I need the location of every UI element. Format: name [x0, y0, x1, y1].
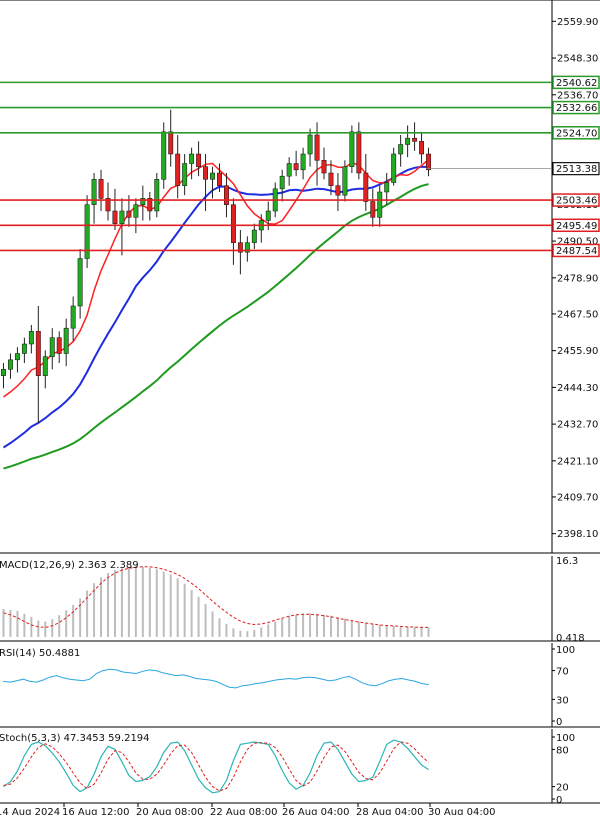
bullish-candle — [154, 179, 160, 212]
bullish-candle — [210, 172, 215, 180]
time-tick-label: 22 Aug 08:00 — [210, 807, 277, 815]
time-tick-label: 28 Aug 04:00 — [356, 807, 423, 815]
time-tick-label: 16 Aug 12:00 — [62, 807, 129, 815]
bullish-candle — [405, 137, 411, 145]
bullish-candle — [28, 331, 34, 345]
price-chart: 2559.902548.302536.702524.702513.382502.… — [0, 0, 600, 818]
price-tick-label: 2398.10 — [557, 529, 598, 540]
bullish-candle — [119, 210, 125, 224]
bearish-candle — [168, 131, 174, 155]
stoch-tick-label: 20 — [556, 783, 569, 794]
current-price-label: 2513.38 — [556, 164, 597, 175]
macd-label: MACD(12,26,9) 2.363 2.389 — [0, 560, 139, 571]
bearish-candle — [335, 185, 341, 196]
support-level-label: 2503.46 — [556, 196, 597, 207]
bullish-candle — [384, 182, 390, 193]
time-tick-label: 30 Aug 04:00 — [428, 807, 495, 815]
price-tick-label: 2432.70 — [557, 420, 598, 431]
bearish-candle — [217, 172, 222, 186]
bearish-candle — [328, 172, 334, 186]
bearish-candle — [356, 131, 362, 174]
bearish-candle — [314, 134, 320, 161]
bullish-candle — [70, 305, 76, 329]
bearish-candle — [293, 163, 299, 171]
bullish-candle — [91, 179, 97, 205]
price-tick-label: 2421.10 — [557, 456, 598, 467]
bullish-candle — [42, 356, 48, 376]
bullish-candle — [21, 343, 27, 354]
bearish-candle — [419, 141, 424, 155]
bearish-candle — [370, 201, 376, 218]
rsi-label: RSI(14) 50.4881 — [0, 648, 80, 659]
bullish-candle — [349, 131, 355, 167]
time-tick-label: 20 Aug 08:00 — [136, 807, 203, 815]
bullish-candle — [49, 337, 55, 357]
bullish-candle — [391, 153, 397, 183]
macd-tick-label: 16.3 — [556, 556, 578, 567]
bearish-candle — [112, 210, 118, 224]
bullish-candle — [307, 134, 313, 155]
bearish-candle — [175, 153, 181, 186]
resistance-level-label: 2532.66 — [556, 103, 597, 114]
time-tick-label: 14 Aug 2024 — [0, 807, 60, 815]
bullish-candle — [63, 327, 69, 354]
bullish-candle — [161, 131, 167, 180]
resistance-level-label: 2524.70 — [556, 128, 597, 139]
stoch-label: Stoch(5,3,3) 47.3453 59.2194 — [0, 733, 150, 744]
bearish-candle — [363, 172, 369, 202]
rsi-tick-label: 100 — [556, 645, 575, 656]
bullish-candle — [398, 144, 404, 155]
rsi-tick-label: 0 — [556, 717, 562, 728]
stoch-tick-label: 0 — [556, 795, 562, 806]
bullish-candle — [182, 163, 188, 186]
time-tick-label: 26 Aug 04:00 — [282, 807, 349, 815]
bullish-candle — [251, 229, 257, 243]
bearish-candle — [126, 210, 132, 218]
macd-tick-label: 0.418 — [556, 633, 585, 644]
rsi-tick-label: 70 — [556, 667, 569, 678]
bullish-candle — [189, 153, 195, 164]
bullish-candle — [14, 353, 20, 361]
price-tick-label: 2559.90 — [557, 17, 598, 28]
stoch-tick-label: 80 — [556, 745, 569, 756]
bullish-candle — [279, 175, 285, 190]
price-tick-label: 2536.70 — [557, 90, 598, 101]
bearish-candle — [426, 153, 431, 171]
price-tick-label: 2444.30 — [557, 383, 598, 394]
price-tick-label: 2548.30 — [557, 54, 598, 65]
bullish-candle — [8, 359, 13, 370]
rsi-tick-label: 30 — [556, 695, 569, 706]
bearish-candle — [412, 137, 418, 142]
bullish-candle — [286, 163, 292, 177]
stoch-tick-label: 100 — [556, 733, 575, 744]
price-tick-label: 2455.90 — [557, 346, 598, 357]
bearish-candle — [230, 204, 236, 243]
bullish-candle — [342, 166, 348, 196]
bearish-candle — [196, 153, 202, 167]
price-tick-label: 2478.90 — [557, 273, 598, 284]
bullish-candle — [1, 369, 6, 376]
bullish-candle — [300, 153, 306, 171]
price-tick-label: 2467.50 — [557, 309, 598, 320]
chart-root: 2559.902548.302536.702524.702513.382502.… — [0, 0, 600, 818]
chart-background — [0, 0, 600, 815]
price-tick-label: 2409.70 — [557, 492, 598, 503]
bearish-candle — [35, 331, 41, 376]
bullish-candle — [265, 210, 271, 221]
bearish-candle — [224, 185, 229, 205]
bearish-candle — [203, 166, 208, 180]
support-level-label: 2495.49 — [556, 221, 597, 232]
bullish-candle — [377, 191, 383, 218]
support-level-label: 2487.54 — [556, 246, 597, 257]
bullish-candle — [133, 204, 139, 218]
bearish-candle — [98, 179, 104, 199]
resistance-level-label: 2540.62 — [556, 78, 597, 89]
bullish-candle — [77, 258, 83, 307]
bearish-candle — [321, 160, 327, 174]
bearish-candle — [56, 337, 62, 354]
